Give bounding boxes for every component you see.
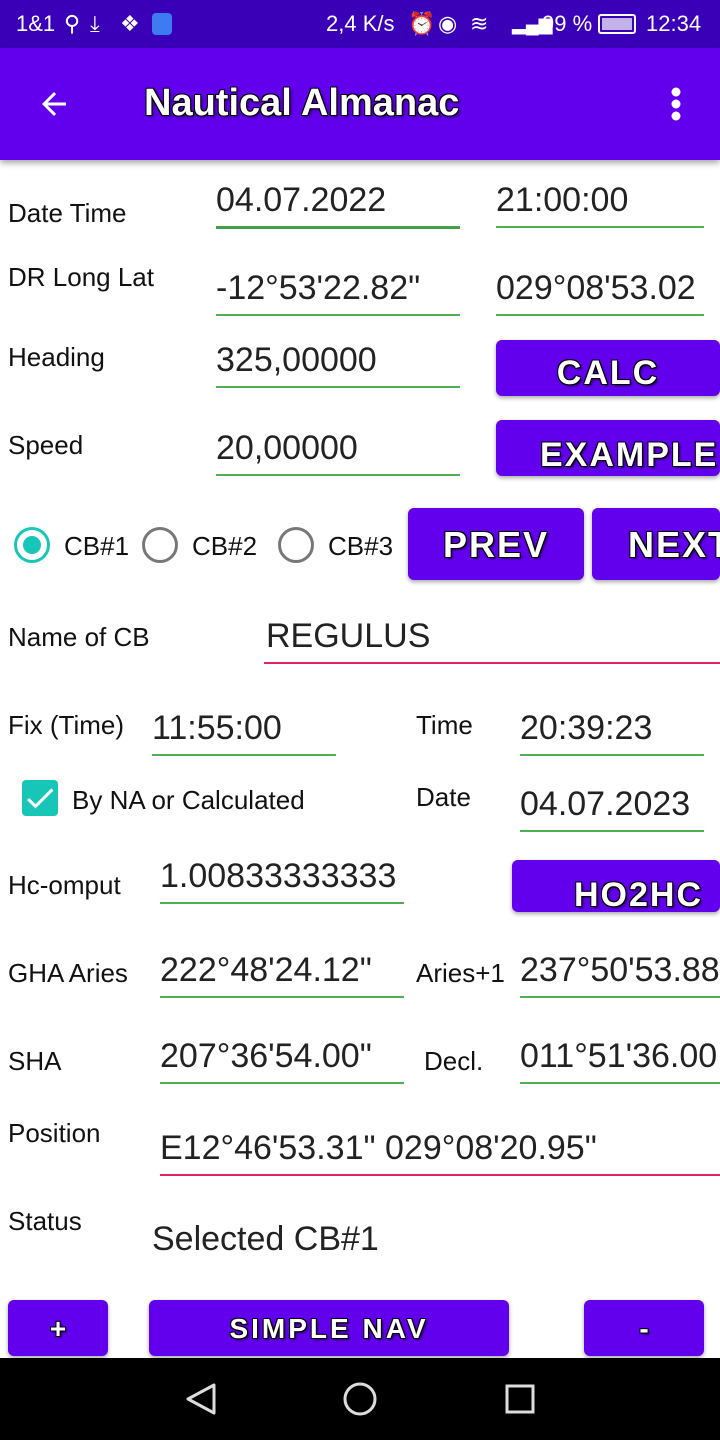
nav-back-icon[interactable] xyxy=(184,1382,218,1416)
aries-plus1-field[interactable]: 237°50'53.88 xyxy=(520,950,720,998)
date-field[interactable]: 04.07.2022 xyxy=(216,180,460,229)
status-text: Selected CB#1 xyxy=(152,1220,379,1258)
dropbox-icon: ❖ xyxy=(120,11,140,36)
shield-icon xyxy=(152,13,172,35)
cb-name-label: Name of CB xyxy=(8,622,150,652)
decl-field[interactable]: 011°51'36.00 xyxy=(520,1036,720,1084)
radio-cb1[interactable] xyxy=(14,527,50,563)
wifi-icon: ≋ xyxy=(470,11,489,36)
calc-button[interactable]: CALC xyxy=(496,340,720,396)
speed-field[interactable]: 20,00000 xyxy=(216,428,460,476)
radio-cb2-label[interactable]: CB#2 xyxy=(192,531,257,562)
gha-aries-field[interactable]: 222°48'24.12" xyxy=(160,950,404,998)
alarm-icon: ⏰ xyxy=(408,11,436,36)
sha-label: SHA xyxy=(8,1046,62,1076)
minus-button[interactable]: - xyxy=(584,1300,704,1356)
longitude-field[interactable]: -12°53'22.82" xyxy=(216,268,460,316)
battery-percent: 99 % xyxy=(542,11,593,36)
simple-nav-button[interactable]: SIMPLE NAV xyxy=(149,1300,509,1356)
sha-field[interactable]: 207°36'54.00" xyxy=(160,1036,404,1084)
position-label: Position xyxy=(8,1118,101,1148)
time-field[interactable]: 21:00:00 xyxy=(496,180,704,228)
eye-icon: ◉ xyxy=(438,11,458,36)
status-label: Status xyxy=(8,1206,82,1236)
nav-home-icon[interactable] xyxy=(342,1381,378,1417)
decl-label: Decl. xyxy=(424,1046,484,1076)
hc-label: Hc-omput xyxy=(8,870,121,900)
clock: 12:34 xyxy=(646,11,702,36)
nav-recents-icon[interactable] xyxy=(504,1383,536,1415)
date-value-field[interactable]: 04.07.2023 xyxy=(520,784,704,832)
battery-icon xyxy=(598,14,636,34)
calc-checkbox-label[interactable]: By NA or Calculated xyxy=(72,785,305,816)
system-nav-bar xyxy=(0,1358,720,1440)
radio-cb1-label[interactable]: CB#1 xyxy=(64,531,129,562)
carrier-label: 1&1 xyxy=(16,11,56,36)
gha-aries-label: GHA Aries xyxy=(8,958,128,988)
usb-icon: ⚲ xyxy=(64,11,81,36)
calc-checkbox[interactable] xyxy=(22,780,58,816)
fix-time-field[interactable]: 11:55:00 xyxy=(152,708,336,756)
hc-field[interactable]: 1.00833333333 xyxy=(160,856,404,904)
radio-cb3-label[interactable]: CB#3 xyxy=(328,531,393,562)
more-vert-icon[interactable] xyxy=(666,86,686,122)
radio-cb3[interactable] xyxy=(278,527,314,563)
ho2hc-button[interactable]: HO2HC xyxy=(512,860,720,912)
arrow-left-icon[interactable] xyxy=(36,86,72,122)
network-speed: 2,4 K/s xyxy=(326,11,395,36)
heading-field[interactable]: 325,00000 xyxy=(216,340,460,388)
example-button[interactable]: EXAMPLE xyxy=(496,420,720,476)
download-icon: ⤓ xyxy=(90,11,100,36)
aries-plus1-label: Aries+1 xyxy=(416,958,505,988)
radio-cb2[interactable] xyxy=(142,527,178,563)
check-icon xyxy=(27,788,54,809)
datetime-label: Date Time xyxy=(8,198,127,228)
time-label: Time xyxy=(416,710,473,740)
status-bar: 1&1 ⚲ ⤓ ❖ 2,4 K/s ⏰ ◉ ≋ ▂▄▆ 99 % 12:34 xyxy=(0,0,720,48)
latitude-field[interactable]: 029°08'53.02 xyxy=(496,268,704,316)
prev-button[interactable]: PREV xyxy=(408,508,584,580)
time-value-field[interactable]: 20:39:23 xyxy=(520,708,704,756)
next-button[interactable]: NEXT xyxy=(592,508,720,580)
app-bar: Nautical Almanac xyxy=(0,48,720,160)
speed-label: Speed xyxy=(8,430,84,460)
cb-name-field[interactable]: REGULUS xyxy=(264,616,720,664)
fix-time-label: Fix (Time) xyxy=(8,710,125,740)
heading-label: Heading xyxy=(8,342,105,372)
page-title: Nautical Almanac xyxy=(144,82,460,124)
plus-button[interactable]: + xyxy=(8,1300,108,1356)
date-label: Date xyxy=(416,782,471,812)
position-field[interactable]: E12°46'53.31" 029°08'20.95" xyxy=(160,1128,720,1176)
drlonglat-label: DR Long Lat xyxy=(8,262,154,292)
